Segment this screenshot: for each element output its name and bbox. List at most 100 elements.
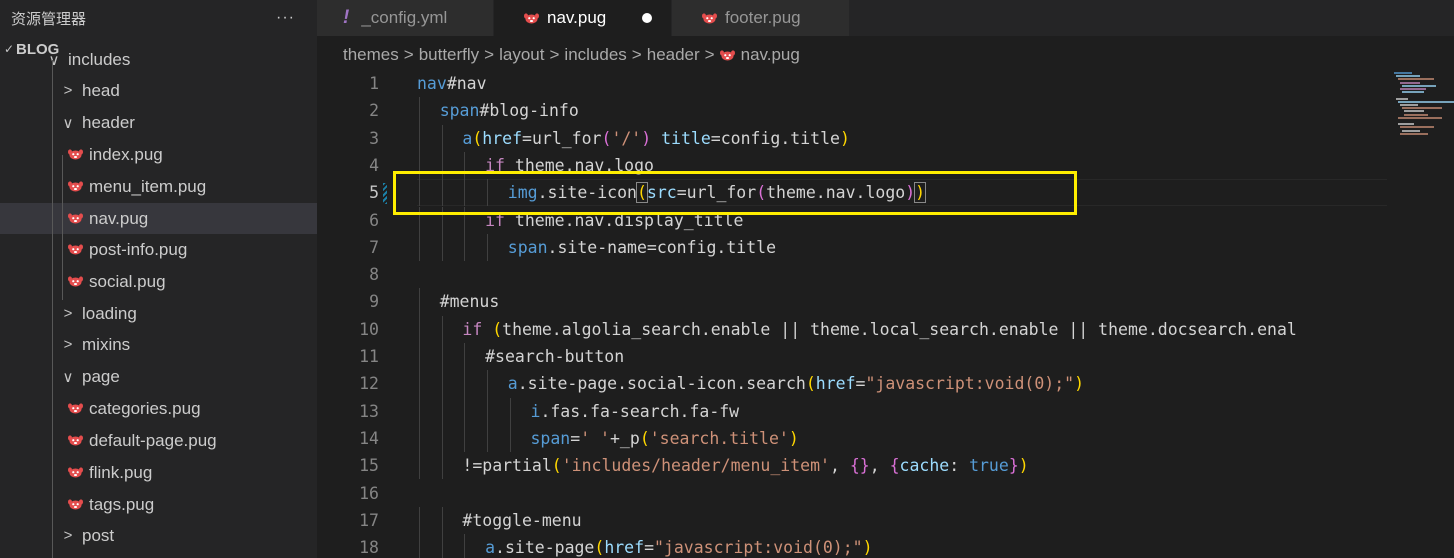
code-token: .site-page.social-icon.search (517, 374, 806, 394)
indent-guide (441, 534, 443, 558)
pug-icon (66, 399, 84, 419)
code-line[interactable]: 8 (317, 261, 1387, 288)
code-line[interactable]: 3 a(href=url_for('/') title=config.title) (317, 124, 1387, 152)
code-token: span (439, 101, 480, 121)
explorer-header: 资源管理器 ··· (0, 0, 317, 36)
breadcrumb-item[interactable]: nav.pug (741, 45, 800, 65)
tree-folder[interactable]: ∨ page (0, 361, 317, 392)
more-actions-icon[interactable]: ··· (276, 9, 295, 27)
line-number: 15 (359, 456, 379, 476)
tree-folder[interactable]: > mixins (0, 329, 317, 360)
minimap-line (1402, 107, 1442, 110)
code-text: a.site-page(href="javascript:void(0);") (485, 538, 872, 557)
tab--config-yml[interactable]: ! _config.yml (317, 0, 494, 36)
tab-bar: ! _config.yml nav.pug footer.pug (317, 0, 1454, 36)
code-token: ' ' (580, 428, 610, 448)
minimap[interactable] (1390, 70, 1454, 558)
code-line[interactable]: 11 #search-button (317, 343, 1387, 371)
breadcrumb-item[interactable]: themes (343, 45, 399, 65)
code-line[interactable]: 2 span#blog-info (317, 97, 1387, 125)
code-token: ( (756, 183, 767, 203)
breadcrumb-item[interactable]: includes (564, 45, 626, 65)
code-line[interactable]: 10 if (theme.algolia_search.enable || the… (317, 315, 1387, 343)
tree-item-label: head (82, 80, 120, 100)
tree-item-label: loading (82, 303, 137, 323)
code-line[interactable]: 4 if theme.nav.logo (317, 151, 1387, 180)
code-token: = (855, 374, 866, 394)
code-line[interactable]: 6 if theme.nav.display_title (317, 206, 1387, 234)
code-token: =url_for (676, 183, 757, 203)
unsaved-dot-icon[interactable] (642, 13, 653, 23)
line-number: 12 (359, 374, 379, 394)
tab-footer-pug[interactable]: footer.pug (672, 0, 850, 36)
code-line[interactable]: 1 nav#nav (317, 70, 1387, 97)
minimap-line (1402, 84, 1436, 87)
tree-file[interactable]: categories.pug (0, 393, 317, 424)
code-line[interactable]: 13 i.fas.fa-search.fa-fw (317, 397, 1387, 425)
code-editor[interactable]: 1 nav#nav 2 span#blog-info 3 a(href=url_for('… (317, 70, 1387, 558)
code-line[interactable]: 15 !=partial('includes/header/menu_item',… (317, 452, 1387, 480)
indent-guide (464, 233, 466, 262)
breadcrumb-item[interactable]: butterfly (419, 45, 479, 65)
tree-file[interactable]: menu_item.pug (0, 171, 317, 202)
code-token: "javascript:void(0);" (654, 538, 863, 558)
code-token: ) (1018, 456, 1029, 476)
indent-guide (441, 452, 443, 480)
tree-file[interactable]: post-info.pug (0, 234, 317, 265)
tree-folder[interactable]: ∨ header (0, 107, 317, 138)
line-number: 2 (369, 101, 379, 121)
code-token: i (530, 401, 541, 421)
indent-guide (419, 124, 420, 152)
tree-item-label: mixins (82, 334, 131, 354)
tree-file[interactable]: social.pug (0, 266, 317, 297)
tree-file[interactable]: nav.pug (0, 203, 317, 234)
code-token: a (462, 128, 473, 148)
tree-file[interactable]: tags.pug (0, 489, 317, 520)
code-line[interactable]: 7 span.site-name=config.title (317, 233, 1387, 262)
code-line[interactable]: 16 (317, 480, 1387, 507)
indent-guide (441, 315, 443, 343)
minimap-line (1400, 81, 1420, 84)
code-line[interactable]: 18 a.site-page(href="javascript:void(0);"… (317, 534, 1387, 558)
indent-guide (464, 370, 466, 398)
code-line[interactable]: 9 #menus (317, 288, 1387, 316)
git-modified-gutter-mark (383, 183, 387, 204)
tree-folder[interactable]: > loading (0, 298, 317, 329)
code-token: "javascript:void(0);" (865, 374, 1075, 394)
tree-file[interactable]: index.pug (0, 139, 317, 170)
code-text: a(href=url_for('/') title=config.title) (462, 129, 849, 148)
minimap-line (1398, 100, 1454, 103)
indent-guide (419, 343, 420, 371)
minimap-line (1400, 88, 1426, 90)
code-line[interactable]: 5 img.site-icon(src=url_for(theme.nav.log… (317, 179, 1387, 207)
code-line[interactable]: 12 a.site-page.social-icon.search(href="j… (317, 370, 1387, 398)
line-number: 9 (369, 292, 379, 312)
tree-file[interactable]: default-page.pug (0, 425, 317, 456)
tree-folder[interactable]: ∨ includes (0, 44, 317, 75)
line-number: 18 (359, 538, 379, 558)
indent-guide (464, 397, 466, 425)
tab-label: _config.yml (361, 8, 448, 27)
tree-file[interactable]: flink.pug (0, 457, 317, 488)
code-token: ) (641, 128, 652, 148)
pug-icon (66, 272, 84, 292)
line-number: 16 (359, 483, 379, 503)
line-number: 10 (359, 319, 379, 339)
breadcrumb: themes > butterfly > layout > includes > header >… (317, 36, 1454, 74)
explorer-sidebar: 资源管理器 ··· ✓ BLOG ∨ includes > head ∨ header in… (0, 0, 317, 558)
tree-folder[interactable]: > post (0, 520, 317, 551)
code-token: ) (1074, 374, 1085, 394)
breadcrumb-item[interactable]: layout (499, 45, 544, 65)
code-line[interactable]: 14 span=' '+_p('search.title') (317, 424, 1387, 453)
code-line[interactable]: 17 #toggle-menu (317, 506, 1387, 535)
code-token: theme.nav.display_title (504, 210, 744, 230)
breadcrumb-item[interactable]: header (647, 45, 700, 65)
tree-folder[interactable]: > head (0, 75, 317, 106)
explorer-title: 资源管理器 (11, 10, 87, 28)
code-text: !=partial('includes/header/menu_item', {… (462, 456, 1028, 475)
indent-guide (464, 179, 466, 207)
code-token: ) (862, 538, 873, 558)
minimap-line (1400, 132, 1428, 135)
minimap-line (1400, 104, 1418, 106)
tab-nav-pug[interactable]: nav.pug (494, 0, 672, 36)
